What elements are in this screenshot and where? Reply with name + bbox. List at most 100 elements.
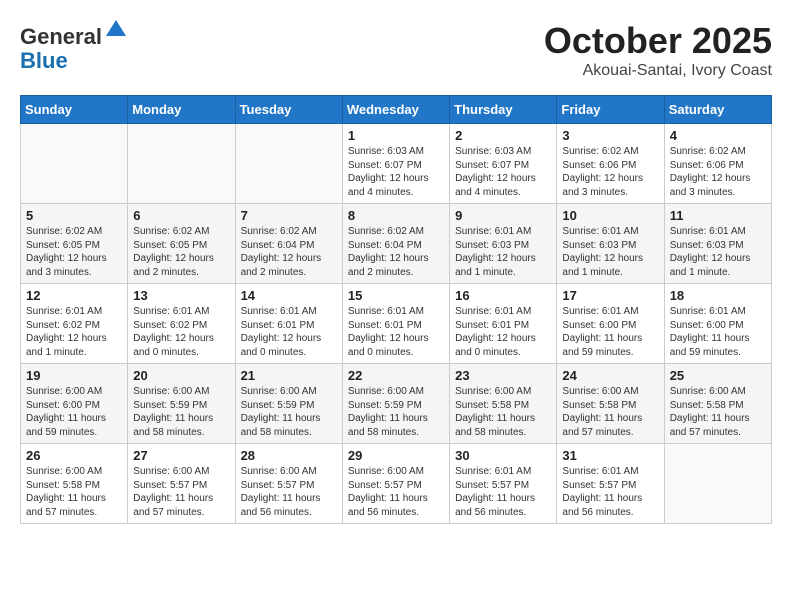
calendar-week-row: 19 Sunrise: 6:00 AM Sunset: 6:00 PM Dayli… — [21, 364, 772, 444]
calendar-cell: 4 Sunrise: 6:02 AM Sunset: 6:06 PM Daylig… — [664, 124, 771, 204]
day-number: 28 — [241, 448, 337, 463]
calendar-cell: 26 Sunrise: 6:00 AM Sunset: 5:58 PM Dayli… — [21, 444, 128, 524]
day-info: Sunrise: 6:03 AM Sunset: 6:07 PM Dayligh… — [455, 145, 551, 199]
day-info: Sunrise: 6:01 AM Sunset: 6:01 PM Dayligh… — [455, 305, 551, 359]
calendar-cell: 31Sunrise: 6:01 AM Sunset: 5:57 PM Dayli… — [557, 444, 664, 524]
calendar-cell: 5Sunrise: 6:02 AM Sunset: 6:05 PM Daylig… — [21, 204, 128, 284]
calendar-cell: 3 Sunrise: 6:02 AM Sunset: 6:06 PM Daylig… — [557, 124, 664, 204]
day-info: Sunrise: 6:00 AM Sunset: 5:58 PM Dayligh… — [455, 385, 551, 439]
weekday-header-wednesday: Wednesday — [342, 96, 449, 124]
calendar-cell: 12 Sunrise: 6:01 AM Sunset: 6:02 PM Dayli… — [21, 284, 128, 364]
calendar-week-row: 5 Sunrise: 6:02 AM Sunset: 6:05 PM Daylig… — [21, 204, 772, 284]
calendar-cell: 9 Sunrise: 6:01 AM Sunset: 6:03 PM Daylig… — [450, 204, 557, 284]
day-number: 5 — [26, 208, 122, 223]
calendar-cell: 21 Sunrise: 6:00 AM Sunset: 5:59 PM Dayli… — [235, 364, 342, 444]
day-number: 21 — [241, 368, 337, 383]
day-info: Sunrise: 6:00 AM Sunset: 5:59 PM Dayligh… — [241, 385, 337, 439]
calendar-cell: 11 Sunrise: 6:01 AM Sunset: 6:03 PM Dayli… — [664, 204, 771, 284]
day-number: 14 — [241, 288, 337, 303]
day-number: 31 — [562, 448, 658, 463]
calendar-cell: 1Sunrise: 6:03 AM Sunset: 6:07 PM Daylig… — [342, 124, 449, 204]
day-info: Sunrise: 6:01 AM Sunset: 5:57 PM Dayligh… — [455, 465, 551, 519]
day-info: Sunrise: 6:00 AM Sunset: 5:59 PM Dayligh… — [133, 385, 229, 439]
calendar-cell: 14Sunrise: 6:01 AM Sunset: 6:01 PM Dayli… — [235, 284, 342, 364]
day-info: Sunrise: 6:01 AM Sunset: 6:01 PM Dayligh… — [348, 305, 444, 359]
day-info: Sunrise: 6:01 AM Sunset: 6:02 PM Dayligh… — [133, 305, 229, 359]
logo-general: General — [20, 24, 102, 49]
calendar-cell: 30 Sunrise: 6:01 AM Sunset: 5:57 PM Dayli… — [450, 444, 557, 524]
day-number: 25 — [670, 368, 766, 383]
day-number: 22 — [348, 368, 444, 383]
weekday-header-thursday: Thursday — [450, 96, 557, 124]
day-number: 20 — [133, 368, 229, 383]
calendar-cell: 25 Sunrise: 6:00 AM Sunset: 5:58 PM Dayli… — [664, 364, 771, 444]
day-info: Sunrise: 6:00 AM Sunset: 5:57 PM Dayligh… — [348, 465, 444, 519]
calendar-cell: 8 Sunrise: 6:02 AM Sunset: 6:04 PM Daylig… — [342, 204, 449, 284]
day-number: 8 — [348, 208, 444, 223]
calendar-cell: 13Sunrise: 6:01 AM Sunset: 6:02 PM Dayli… — [128, 284, 235, 364]
day-number: 18 — [670, 288, 766, 303]
day-number: 29 — [348, 448, 444, 463]
day-info: Sunrise: 6:02 AM Sunset: 6:06 PM Dayligh… — [562, 145, 658, 199]
location-title: Akouai-Santai, Ivory Coast — [544, 62, 772, 80]
weekday-header-friday: Friday — [557, 96, 664, 124]
day-info: Sunrise: 6:00 AM Sunset: 5:58 PM Dayligh… — [670, 385, 766, 439]
day-number: 17 — [562, 288, 658, 303]
calendar-table: SundayMondayTuesdayWednesdayThursdayFrid… — [20, 95, 772, 524]
day-number: 11 — [670, 208, 766, 223]
calendar-cell — [235, 124, 342, 204]
day-info: Sunrise: 6:01 AM Sunset: 6:02 PM Dayligh… — [26, 305, 122, 359]
day-info: Sunrise: 6:02 AM Sunset: 6:04 PM Dayligh… — [241, 225, 337, 279]
day-number: 26 — [26, 448, 122, 463]
day-number: 10 — [562, 208, 658, 223]
day-number: 23 — [455, 368, 551, 383]
calendar-cell: 29 Sunrise: 6:00 AM Sunset: 5:57 PM Dayli… — [342, 444, 449, 524]
page-header: General Blue October 2025 Akouai-Santai,… — [20, 20, 772, 80]
calendar-cell: 17 Sunrise: 6:01 AM Sunset: 6:00 PM Dayli… — [557, 284, 664, 364]
calendar-cell: 18 Sunrise: 6:01 AM Sunset: 6:00 PM Dayli… — [664, 284, 771, 364]
calendar-cell: 10 Sunrise: 6:01 AM Sunset: 6:03 PM Dayli… — [557, 204, 664, 284]
weekday-header-saturday: Saturday — [664, 96, 771, 124]
day-number: 16 — [455, 288, 551, 303]
weekday-header-monday: Monday — [128, 96, 235, 124]
calendar-cell: 23 Sunrise: 6:00 AM Sunset: 5:58 PM Dayli… — [450, 364, 557, 444]
calendar-cell — [21, 124, 128, 204]
day-number: 19 — [26, 368, 122, 383]
day-number: 30 — [455, 448, 551, 463]
day-info: Sunrise: 6:02 AM Sunset: 6:04 PM Dayligh… — [348, 225, 444, 279]
day-info: Sunrise: 6:00 AM Sunset: 5:58 PM Dayligh… — [26, 465, 122, 519]
calendar-cell: 16 Sunrise: 6:01 AM Sunset: 6:01 PM Dayli… — [450, 284, 557, 364]
month-title: October 2025 — [544, 20, 772, 62]
day-info: Sunrise: 6:00 AM Sunset: 6:00 PM Dayligh… — [26, 385, 122, 439]
title-block: October 2025 Akouai-Santai, Ivory Coast — [544, 20, 772, 80]
calendar-cell: 6 Sunrise: 6:02 AM Sunset: 6:05 PM Daylig… — [128, 204, 235, 284]
day-number: 12 — [26, 288, 122, 303]
day-number: 3 — [562, 128, 658, 143]
day-info: Sunrise: 6:00 AM Sunset: 5:57 PM Dayligh… — [133, 465, 229, 519]
day-info: Sunrise: 6:01 AM Sunset: 6:00 PM Dayligh… — [562, 305, 658, 359]
day-number: 2 — [455, 128, 551, 143]
day-number: 6 — [133, 208, 229, 223]
day-info: Sunrise: 6:00 AM Sunset: 5:58 PM Dayligh… — [562, 385, 658, 439]
calendar-cell: 22 Sunrise: 6:00 AM Sunset: 5:59 PM Dayli… — [342, 364, 449, 444]
calendar-cell: 19 Sunrise: 6:00 AM Sunset: 6:00 PM Dayli… — [21, 364, 128, 444]
day-info: Sunrise: 6:02 AM Sunset: 6:06 PM Dayligh… — [670, 145, 766, 199]
logo: General Blue — [20, 20, 128, 73]
calendar-cell — [128, 124, 235, 204]
day-info: Sunrise: 6:00 AM Sunset: 5:59 PM Dayligh… — [348, 385, 444, 439]
logo-icon — [104, 18, 128, 42]
calendar-cell: 27 Sunrise: 6:00 AM Sunset: 5:57 PM Dayli… — [128, 444, 235, 524]
day-info: Sunrise: 6:01 AM Sunset: 6:00 PM Dayligh… — [670, 305, 766, 359]
day-number: 4 — [670, 128, 766, 143]
day-number: 9 — [455, 208, 551, 223]
day-info: Sunrise: 6:02 AM Sunset: 6:05 PM Dayligh… — [133, 225, 229, 279]
day-info: Sunrise: 6:01 AM Sunset: 6:03 PM Dayligh… — [562, 225, 658, 279]
day-info: Sunrise: 6:01 AM Sunset: 6:03 PM Dayligh… — [455, 225, 551, 279]
day-number: 27 — [133, 448, 229, 463]
calendar-week-row: 26 Sunrise: 6:00 AM Sunset: 5:58 PM Dayli… — [21, 444, 772, 524]
calendar-cell: 20 Sunrise: 6:00 AM Sunset: 5:59 PM Dayli… — [128, 364, 235, 444]
day-number: 1 — [348, 128, 444, 143]
day-info: Sunrise: 6:01 AM Sunset: 6:03 PM Dayligh… — [670, 225, 766, 279]
day-number: 7 — [241, 208, 337, 223]
weekday-header-tuesday: Tuesday — [235, 96, 342, 124]
